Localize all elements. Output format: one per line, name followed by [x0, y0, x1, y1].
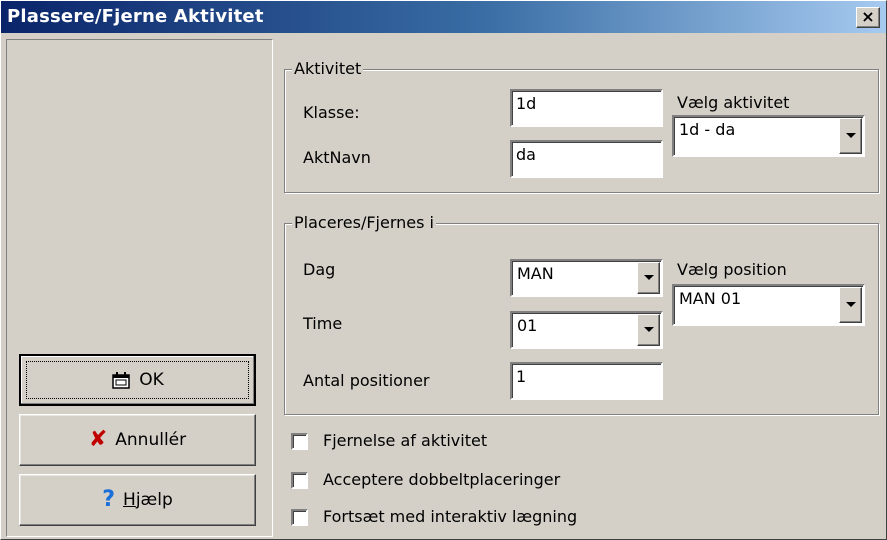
dobbelt-label[interactable]: Acceptere dobbeltplaceringer: [323, 470, 560, 489]
vaelg-aktivitet-value: 1d - da: [679, 120, 736, 139]
dag-label: Dag: [303, 260, 336, 279]
schedule-ok-icon: [111, 370, 131, 390]
focus-rect: [26, 361, 249, 399]
dialog-window: Plassere/Fjerne Aktivitet × OK ✘ Annullé…: [0, 0, 887, 540]
chevron-down-icon[interactable]: [637, 314, 660, 346]
dobbelt-checkbox[interactable]: [291, 472, 308, 489]
help-label: Hjælp: [123, 490, 173, 510]
close-icon: ×: [861, 7, 875, 26]
ok-button[interactable]: OK: [19, 354, 256, 406]
aktnavn-label: AktNavn: [303, 148, 371, 167]
chevron-down-icon[interactable]: [637, 262, 660, 294]
question-mark-icon: ?: [102, 487, 116, 512]
dag-value: MAN: [517, 264, 554, 283]
dag-select[interactable]: MAN: [510, 259, 663, 297]
window-title: Plassere/Fjerne Aktivitet: [7, 6, 264, 27]
fortsaet-label[interactable]: Fortsæt med interaktiv lægning: [323, 507, 577, 526]
time-value: 01: [517, 316, 538, 335]
vaelg-aktivitet-select[interactable]: 1d - da: [672, 115, 865, 157]
aktivitet-legend: Aktivitet: [292, 59, 364, 78]
close-button[interactable]: ×: [856, 7, 880, 28]
cancel-button[interactable]: ✘ Annullér: [19, 414, 256, 466]
button-panel: OK ✘ Annullér ? Hjælp: [6, 39, 273, 537]
aktivitet-group: Aktivitet Klasse: 1d AktNavn da Vælg akt…: [284, 59, 879, 193]
antal-label: Antal positioner: [303, 371, 430, 390]
fjernelse-checkbox[interactable]: [291, 433, 308, 450]
title-bar: Plassere/Fjerne Aktivitet ×: [1, 1, 886, 33]
vaelg-aktivitet-label: Vælg aktivitet: [677, 93, 790, 112]
chevron-down-icon[interactable]: [839, 287, 862, 323]
fjernelse-label[interactable]: Fjernelse af aktivitet: [323, 431, 487, 450]
vaelg-position-select[interactable]: MAN 01: [672, 284, 865, 326]
placeres-legend: Placeres/Fjernes i: [292, 213, 436, 232]
klasse-label: Klasse:: [303, 103, 360, 122]
antal-field[interactable]: 1: [510, 362, 663, 400]
klasse-field[interactable]: 1d: [510, 89, 663, 127]
vaelg-position-value: MAN 01: [679, 289, 742, 308]
red-x-icon: ✘: [88, 427, 108, 452]
fortsaet-checkbox[interactable]: [291, 509, 308, 526]
placeres-group: Placeres/Fjernes i Dag MAN Time 01 Antal…: [284, 213, 879, 415]
chevron-down-icon[interactable]: [839, 118, 862, 154]
help-button[interactable]: ? Hjælp: [19, 474, 256, 526]
aktnavn-field[interactable]: da: [510, 140, 663, 178]
time-label: Time: [303, 314, 343, 333]
vaelg-position-label: Vælg position: [677, 260, 787, 279]
cancel-label: Annullér: [115, 430, 187, 450]
time-select[interactable]: 01: [510, 311, 663, 349]
